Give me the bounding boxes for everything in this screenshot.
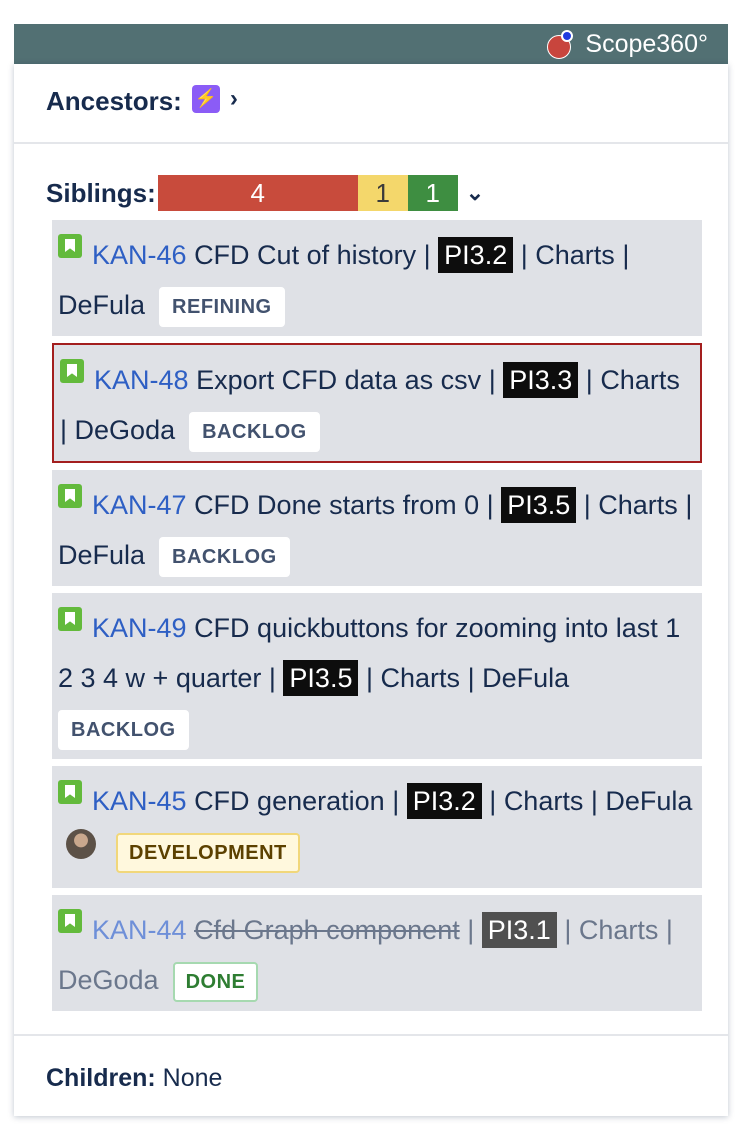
story-icon <box>58 484 82 508</box>
sibling-card[interactable]: KAN-44 Cfd Graph component | PI3.1 | Cha… <box>52 895 702 1011</box>
pi-badge: PI3.5 <box>283 660 359 696</box>
component: Charts <box>578 915 659 945</box>
status-lozenge: DEVELOPMENT <box>116 832 300 873</box>
pi-badge: PI3.2 <box>438 237 514 273</box>
children-value: None <box>162 1064 223 1092</box>
status-lozenge: REFINING <box>159 286 285 327</box>
sibling-card-current[interactable]: KAN-48 Export CFD data as csv | PI3.3 | … <box>52 343 702 463</box>
issue-title: Cfd Graph component <box>194 915 460 945</box>
brand-name: Scope360° <box>585 29 708 58</box>
divider <box>14 142 728 144</box>
issue-key[interactable]: KAN-45 <box>92 786 187 816</box>
separator: | <box>665 915 673 945</box>
epic-lightning-icon[interactable]: ⚡ <box>191 84 220 113</box>
issue-title: CFD Cut of history <box>194 240 417 270</box>
separator: | <box>486 490 494 520</box>
separator: | <box>365 663 373 693</box>
component: Charts <box>503 786 584 816</box>
hierarchy-panel: Ancestors: ⚡ › Siblings: 4 1 1 ⌄ KAN-46 … <box>14 64 728 1116</box>
issue-key[interactable]: KAN-44 <box>92 915 187 945</box>
ancestors-row: Ancestors: ⚡ › <box>46 84 238 117</box>
issue-key[interactable]: KAN-48 <box>94 365 189 395</box>
story-icon <box>58 780 82 804</box>
assignee: DeFula <box>58 290 146 320</box>
brand[interactable]: Scope360° <box>547 24 708 64</box>
separator: | <box>392 786 400 816</box>
children-label: Children: <box>46 1064 156 1092</box>
pi-badge: PI3.2 <box>406 783 482 819</box>
assignee: DeFula <box>58 540 146 570</box>
separator: | <box>585 365 593 395</box>
pi-badge: PI3.3 <box>503 362 579 398</box>
status-lozenge: BACKLOG <box>159 536 290 577</box>
separator: | <box>622 240 630 270</box>
separator: | <box>467 663 475 693</box>
separator: | <box>590 786 598 816</box>
divider <box>14 1034 728 1036</box>
status-lozenge: BACKLOG <box>58 709 189 750</box>
header-bar: Scope360° <box>14 24 728 64</box>
story-icon <box>58 909 82 933</box>
separator: | <box>685 490 693 520</box>
assignee: DeGoda <box>58 965 159 995</box>
component: Charts <box>535 240 615 270</box>
issue-title: CFD Done starts from 0 <box>194 490 480 520</box>
separator: | <box>489 786 497 816</box>
issue-title: Export CFD data as csv <box>196 365 482 395</box>
siblings-status-bar[interactable]: 4 1 1 <box>157 175 458 211</box>
chevron-right-icon[interactable]: › <box>230 85 238 113</box>
done-count-segment[interactable]: 1 <box>407 175 458 211</box>
assignee-avatar <box>66 828 96 859</box>
status-lozenge: BACKLOG <box>189 411 320 452</box>
sibling-card[interactable]: KAN-47 CFD Done starts from 0 | PI3.5 | … <box>52 470 702 586</box>
component: Charts <box>598 490 678 520</box>
separator: | <box>583 490 591 520</box>
story-icon <box>60 359 84 383</box>
separator: | <box>488 365 496 395</box>
separator: | <box>520 240 528 270</box>
pi-badge: PI3.5 <box>501 487 577 523</box>
status-lozenge: DONE <box>172 961 259 1002</box>
todo-count-segment[interactable]: 4 <box>157 175 358 211</box>
sibling-card[interactable]: KAN-46 CFD Cut of history | PI3.2 | Char… <box>52 220 702 336</box>
separator: | <box>268 663 276 693</box>
separator: | <box>423 240 431 270</box>
chevron-down-icon[interactable]: ⌄ <box>466 180 484 206</box>
issue-key[interactable]: KAN-47 <box>92 490 187 520</box>
separator: | <box>60 415 68 445</box>
assignee: DeGoda <box>74 415 176 445</box>
issue-key[interactable]: KAN-46 <box>92 240 187 270</box>
separator: | <box>564 915 572 945</box>
ancestors-label: Ancestors: <box>46 86 182 116</box>
separator: | <box>467 915 475 945</box>
component: Charts <box>600 365 680 395</box>
component: Charts <box>380 663 461 693</box>
scope360-logo-icon <box>547 30 574 59</box>
pi-badge: PI3.1 <box>481 912 557 948</box>
story-icon <box>58 607 82 631</box>
issue-title: CFD generation <box>194 786 385 816</box>
siblings-label: Siblings: <box>46 177 156 208</box>
sibling-card[interactable]: KAN-49 CFD quickbuttons for zooming into… <box>52 593 702 759</box>
in-progress-count-segment[interactable]: 1 <box>357 175 408 211</box>
assignee: DeFula <box>482 663 570 693</box>
assignee: DeFula <box>605 786 693 816</box>
issue-key[interactable]: KAN-49 <box>92 613 187 643</box>
children-row: Children: None <box>46 1064 222 1093</box>
story-icon <box>58 234 82 258</box>
siblings-row: Siblings: 4 1 1 ⌄ <box>46 172 484 214</box>
sibling-card[interactable]: KAN-45 CFD generation | PI3.2 | Charts |… <box>52 766 702 888</box>
